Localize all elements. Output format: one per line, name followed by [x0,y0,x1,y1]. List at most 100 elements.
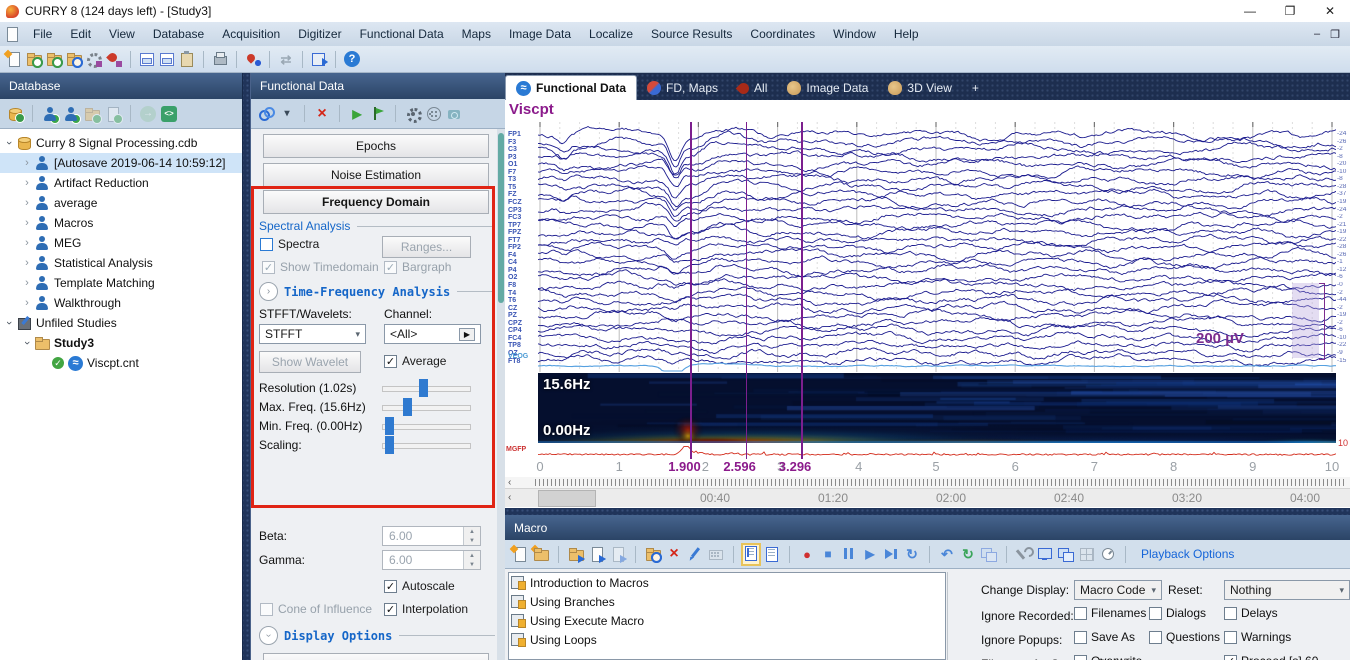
play-step-icon[interactable] [883,546,899,562]
tree-item-template-matching[interactable]: ›Template Matching [0,273,242,293]
cone-of-influence-checkbox[interactable]: Cone of Influence [260,602,372,616]
view-list-icon[interactable] [743,545,759,561]
menu-file[interactable]: File [24,22,61,46]
autoscale-checkbox[interactable]: ✓Autoscale [384,579,455,593]
pencil-icon[interactable] [687,546,703,562]
play-green-icon[interactable]: ▶ [349,106,365,122]
minimize-button[interactable]: — [1230,0,1270,22]
show-wavelet-button[interactable]: Show Wavelet [259,351,361,373]
collapse-chevron-icon[interactable]: › [259,282,278,301]
chevron-collapsed-icon[interactable]: › [22,157,32,169]
layout-b-icon[interactable] [159,51,175,67]
chevron-collapsed-icon[interactable]: › [22,277,32,289]
ranges-button[interactable]: Ranges... [382,236,471,258]
printer-icon[interactable] [212,51,228,67]
menu-maps[interactable]: Maps [453,22,500,46]
wrench-icon[interactable] [1016,546,1032,562]
macro-item-introduction-to-macros[interactable]: Introduction to Macros [509,573,945,592]
chevron-collapsed-icon[interactable]: › [22,217,32,229]
chevron-collapsed-icon[interactable]: › [22,257,32,269]
slider-thumb[interactable] [419,379,428,397]
slider-resolution[interactable] [382,386,471,392]
menu-coordinates[interactable]: Coordinates [741,22,824,46]
person-add-icon[interactable] [42,106,58,122]
loop-icon[interactable]: ↻ [904,546,920,562]
tree-item--autosave-2019-06-14-10-59-12-[interactable]: ›[Autosave 2019-06-14 10:59:12] [0,153,242,173]
tree-item-unfiled-studies[interactable]: ›Unfiled Studies [0,313,242,333]
macro-item-using-execute-macro[interactable]: Using Execute Macro [509,611,945,630]
chevron-collapsed-icon[interactable]: › [22,197,32,209]
run-folder-search-icon[interactable] [645,546,661,562]
check-green-icon[interactable]: ✓ [52,357,64,369]
ignore-popups-save-as-checkbox[interactable]: Save As [1074,630,1135,644]
redo-green-icon[interactable]: ↻ [960,546,976,562]
bargraph-checkbox[interactable]: ✓Bargraph [384,260,451,274]
slider-thumb[interactable] [385,436,394,454]
overwrite-checkbox[interactable]: Overwrite [1074,654,1142,660]
show-timedomain-checkbox[interactable]: ✓Show Timedomain [262,260,379,274]
tab-3d-view[interactable]: 3D View [878,76,961,100]
menu-localize[interactable]: Localize [580,22,642,46]
channel-dropdown[interactable]: <All> ▶ [384,324,481,344]
mdi-minimize-button[interactable]: – [1314,28,1320,41]
circle-grid-icon[interactable] [426,106,442,122]
tree-item-curry-8-signal-processing-cdb[interactable]: ›Curry 8 Signal Processing.cdb [0,133,242,153]
macro-item-using-loops[interactable]: Using Loops [509,630,945,649]
macro-item-using-branches[interactable]: Using Branches [509,592,945,611]
change-display-dropdown[interactable]: Macro Code▾ [1074,580,1162,600]
view-list-active[interactable] [743,545,759,564]
folder-search-icon[interactable] [66,51,82,67]
run-folder-icon[interactable] [568,546,584,562]
tree-item-viscpt-cnt[interactable]: ✓≈Viscpt.cnt [0,353,242,373]
run-doc-icon[interactable] [589,546,605,562]
tab-all[interactable]: All [728,76,777,100]
mdi-restore-button[interactable]: ❐ [1330,28,1340,41]
brush-save-icon[interactable] [106,51,122,67]
tab-fd-maps[interactable]: FD, Maps [637,76,728,100]
clock-icon[interactable] [1100,546,1116,562]
ignore-recorded-filenames-checkbox[interactable]: Filenames [1074,606,1146,620]
proceed-checkbox[interactable]: ✓Proceed [s] 60 [1224,654,1318,660]
ignore-recorded-delays-checkbox[interactable]: Delays [1224,606,1278,620]
ignore-popups-questions-checkbox[interactable]: Questions [1149,630,1220,644]
restore-button[interactable]: ❐ [1270,0,1310,22]
average-checkbox[interactable]: ✓Average [384,354,446,368]
tree-item-artifact-reduction[interactable]: ›Artifact Reduction [0,173,242,193]
camera-icon[interactable] [447,106,463,122]
gear-dark-icon[interactable] [405,106,421,122]
slider-thumb[interactable] [403,398,412,416]
menu-help[interactable]: Help [885,22,928,46]
menu-window[interactable]: Window [824,22,885,46]
help-icon[interactable]: ? [344,51,360,67]
monitors-icon[interactable] [1058,546,1074,562]
expand-chevron-icon[interactable]: › [259,626,278,645]
tick-strip[interactable]: ‹ [505,477,1350,488]
person-add2-icon[interactable] [63,106,79,122]
menu-source-results[interactable]: Source Results [642,22,741,46]
spectra-checkbox[interactable]: Spectra [260,237,319,251]
run-doc-icon[interactable] [610,546,626,562]
clipboard-icon[interactable] [179,51,195,67]
gears-save-icon[interactable] [86,51,102,67]
ignore-popups-warnings-checkbox[interactable]: Warnings [1224,630,1291,644]
horizontal-scrollbar[interactable]: ‹ 00:4001:2002:0002:4003:2004:00 [505,488,1350,507]
macro-new-icon[interactable] [512,546,528,562]
caret-icon[interactable]: ▾ [279,106,295,122]
slider-thumb[interactable] [385,417,394,435]
menu-database[interactable]: Database [144,22,213,46]
stfft-dropdown[interactable]: STFFT▾ [259,324,366,344]
tree-item-macros[interactable]: ›Macros [0,213,242,233]
chevron-expanded-icon[interactable]: › [3,318,15,328]
code-chip-icon[interactable]: <> [161,106,177,122]
db-sync-icon[interactable] [7,106,23,122]
tab--[interactable]: + [962,76,989,100]
functional-panel-scrollbar[interactable] [497,129,505,660]
chevron-expanded-icon[interactable]: › [21,338,33,348]
menu-edit[interactable]: Edit [61,22,100,46]
tab-image-data[interactable]: Image Data [777,76,878,100]
slider-min[interactable] [382,424,471,430]
tree-item-meg[interactable]: ›MEG [0,233,242,253]
sync-icon[interactable]: ⇄ [278,51,294,67]
flag-green-icon[interactable] [370,106,386,122]
chevron-collapsed-icon[interactable]: › [22,297,32,309]
